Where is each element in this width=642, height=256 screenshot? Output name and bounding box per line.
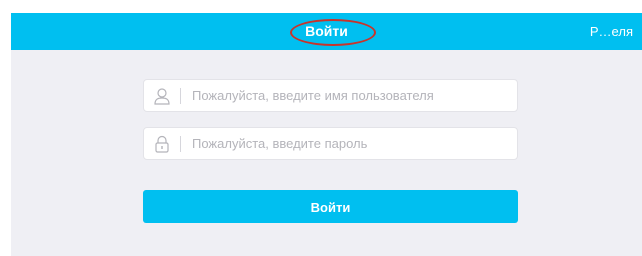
login-button[interactable]: Войти xyxy=(143,190,518,223)
password-input[interactable] xyxy=(192,128,507,159)
field-divider xyxy=(180,88,181,104)
login-screen: Войти Р…еля Войти xyxy=(11,13,642,256)
user-icon xyxy=(153,87,171,105)
username-field[interactable] xyxy=(143,79,518,112)
field-divider xyxy=(180,136,181,152)
navbar: Войти Р…еля xyxy=(11,13,642,50)
register-link[interactable]: Р…еля xyxy=(590,13,633,50)
highlight-annotation xyxy=(290,19,376,46)
username-input[interactable] xyxy=(192,80,507,111)
password-field[interactable] xyxy=(143,127,518,160)
lock-icon xyxy=(153,135,171,153)
